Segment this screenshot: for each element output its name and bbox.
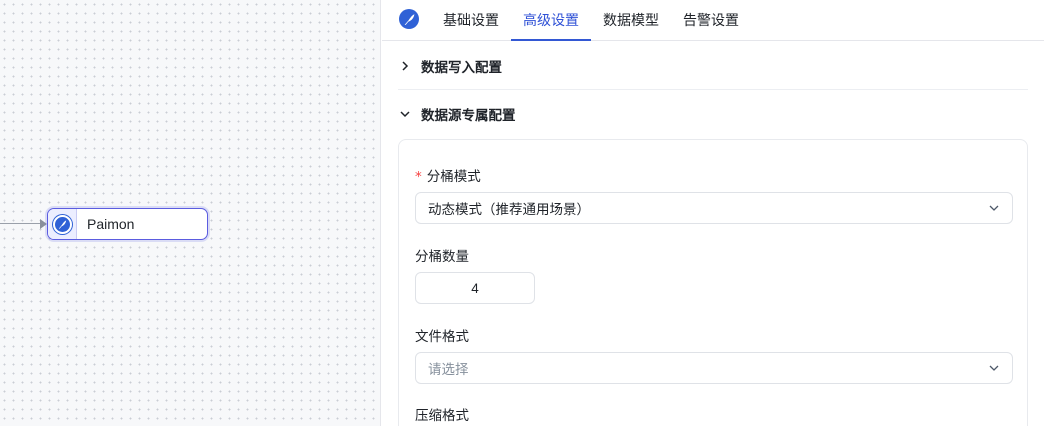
edge-arrow-icon <box>40 219 47 229</box>
bucket-mode-label: * 分桶模式 <box>415 165 481 185</box>
node-icon-container <box>48 209 77 239</box>
chevron-down-icon <box>988 362 1000 374</box>
section-source-config-header[interactable]: 数据源专属配置 <box>399 104 516 124</box>
required-mark: * <box>415 169 422 185</box>
chevron-down-icon <box>988 202 1000 214</box>
tab-data-model[interactable]: 数据模型 <box>591 0 671 40</box>
flow-canvas[interactable]: Paimon <box>0 0 381 426</box>
settings-panel: 基础设置 高级设置 数据模型 告警设置 数据写入配置 数据源专属配置 * 分桶模式… <box>382 0 1044 426</box>
tab-advanced-settings[interactable]: 高级设置 <box>511 0 591 41</box>
compression-format-label: 压缩格式 <box>415 408 469 424</box>
paimon-feather-icon <box>399 9 419 29</box>
section-title: 数据源专属配置 <box>421 108 516 124</box>
chevron-down-icon <box>399 108 411 120</box>
connection-edge <box>0 223 42 224</box>
tab-basic-settings[interactable]: 基础设置 <box>431 0 511 40</box>
section-write-config-header[interactable]: 数据写入配置 <box>399 56 502 76</box>
file-format-placeholder: 请选择 <box>428 362 469 378</box>
source-config-card: * 分桶模式 动态模式（推荐通用场景） 分桶数量 4 文件格式 请选择 压缩格式 <box>398 139 1028 426</box>
file-format-label: 文件格式 <box>415 329 469 345</box>
section-divider <box>398 89 1028 90</box>
bucket-mode-value: 动态模式（推荐通用场景） <box>428 202 590 218</box>
bucket-count-label: 分桶数量 <box>415 249 469 265</box>
section-title: 数据写入配置 <box>421 60 502 76</box>
file-format-select[interactable]: 请选择 <box>415 352 1013 384</box>
paimon-feather-icon <box>52 214 72 234</box>
tab-bar: 基础设置 高级设置 数据模型 告警设置 <box>382 0 1044 41</box>
paimon-node[interactable]: Paimon <box>47 208 208 240</box>
bucket-count-input[interactable]: 4 <box>415 272 535 304</box>
bucket-mode-select[interactable]: 动态模式（推荐通用场景） <box>415 192 1013 224</box>
node-label: Paimon <box>87 216 135 232</box>
tab-alert-settings[interactable]: 告警设置 <box>671 0 751 40</box>
bucket-mode-label-text: 分桶模式 <box>426 169 481 185</box>
chevron-right-icon <box>399 60 411 72</box>
